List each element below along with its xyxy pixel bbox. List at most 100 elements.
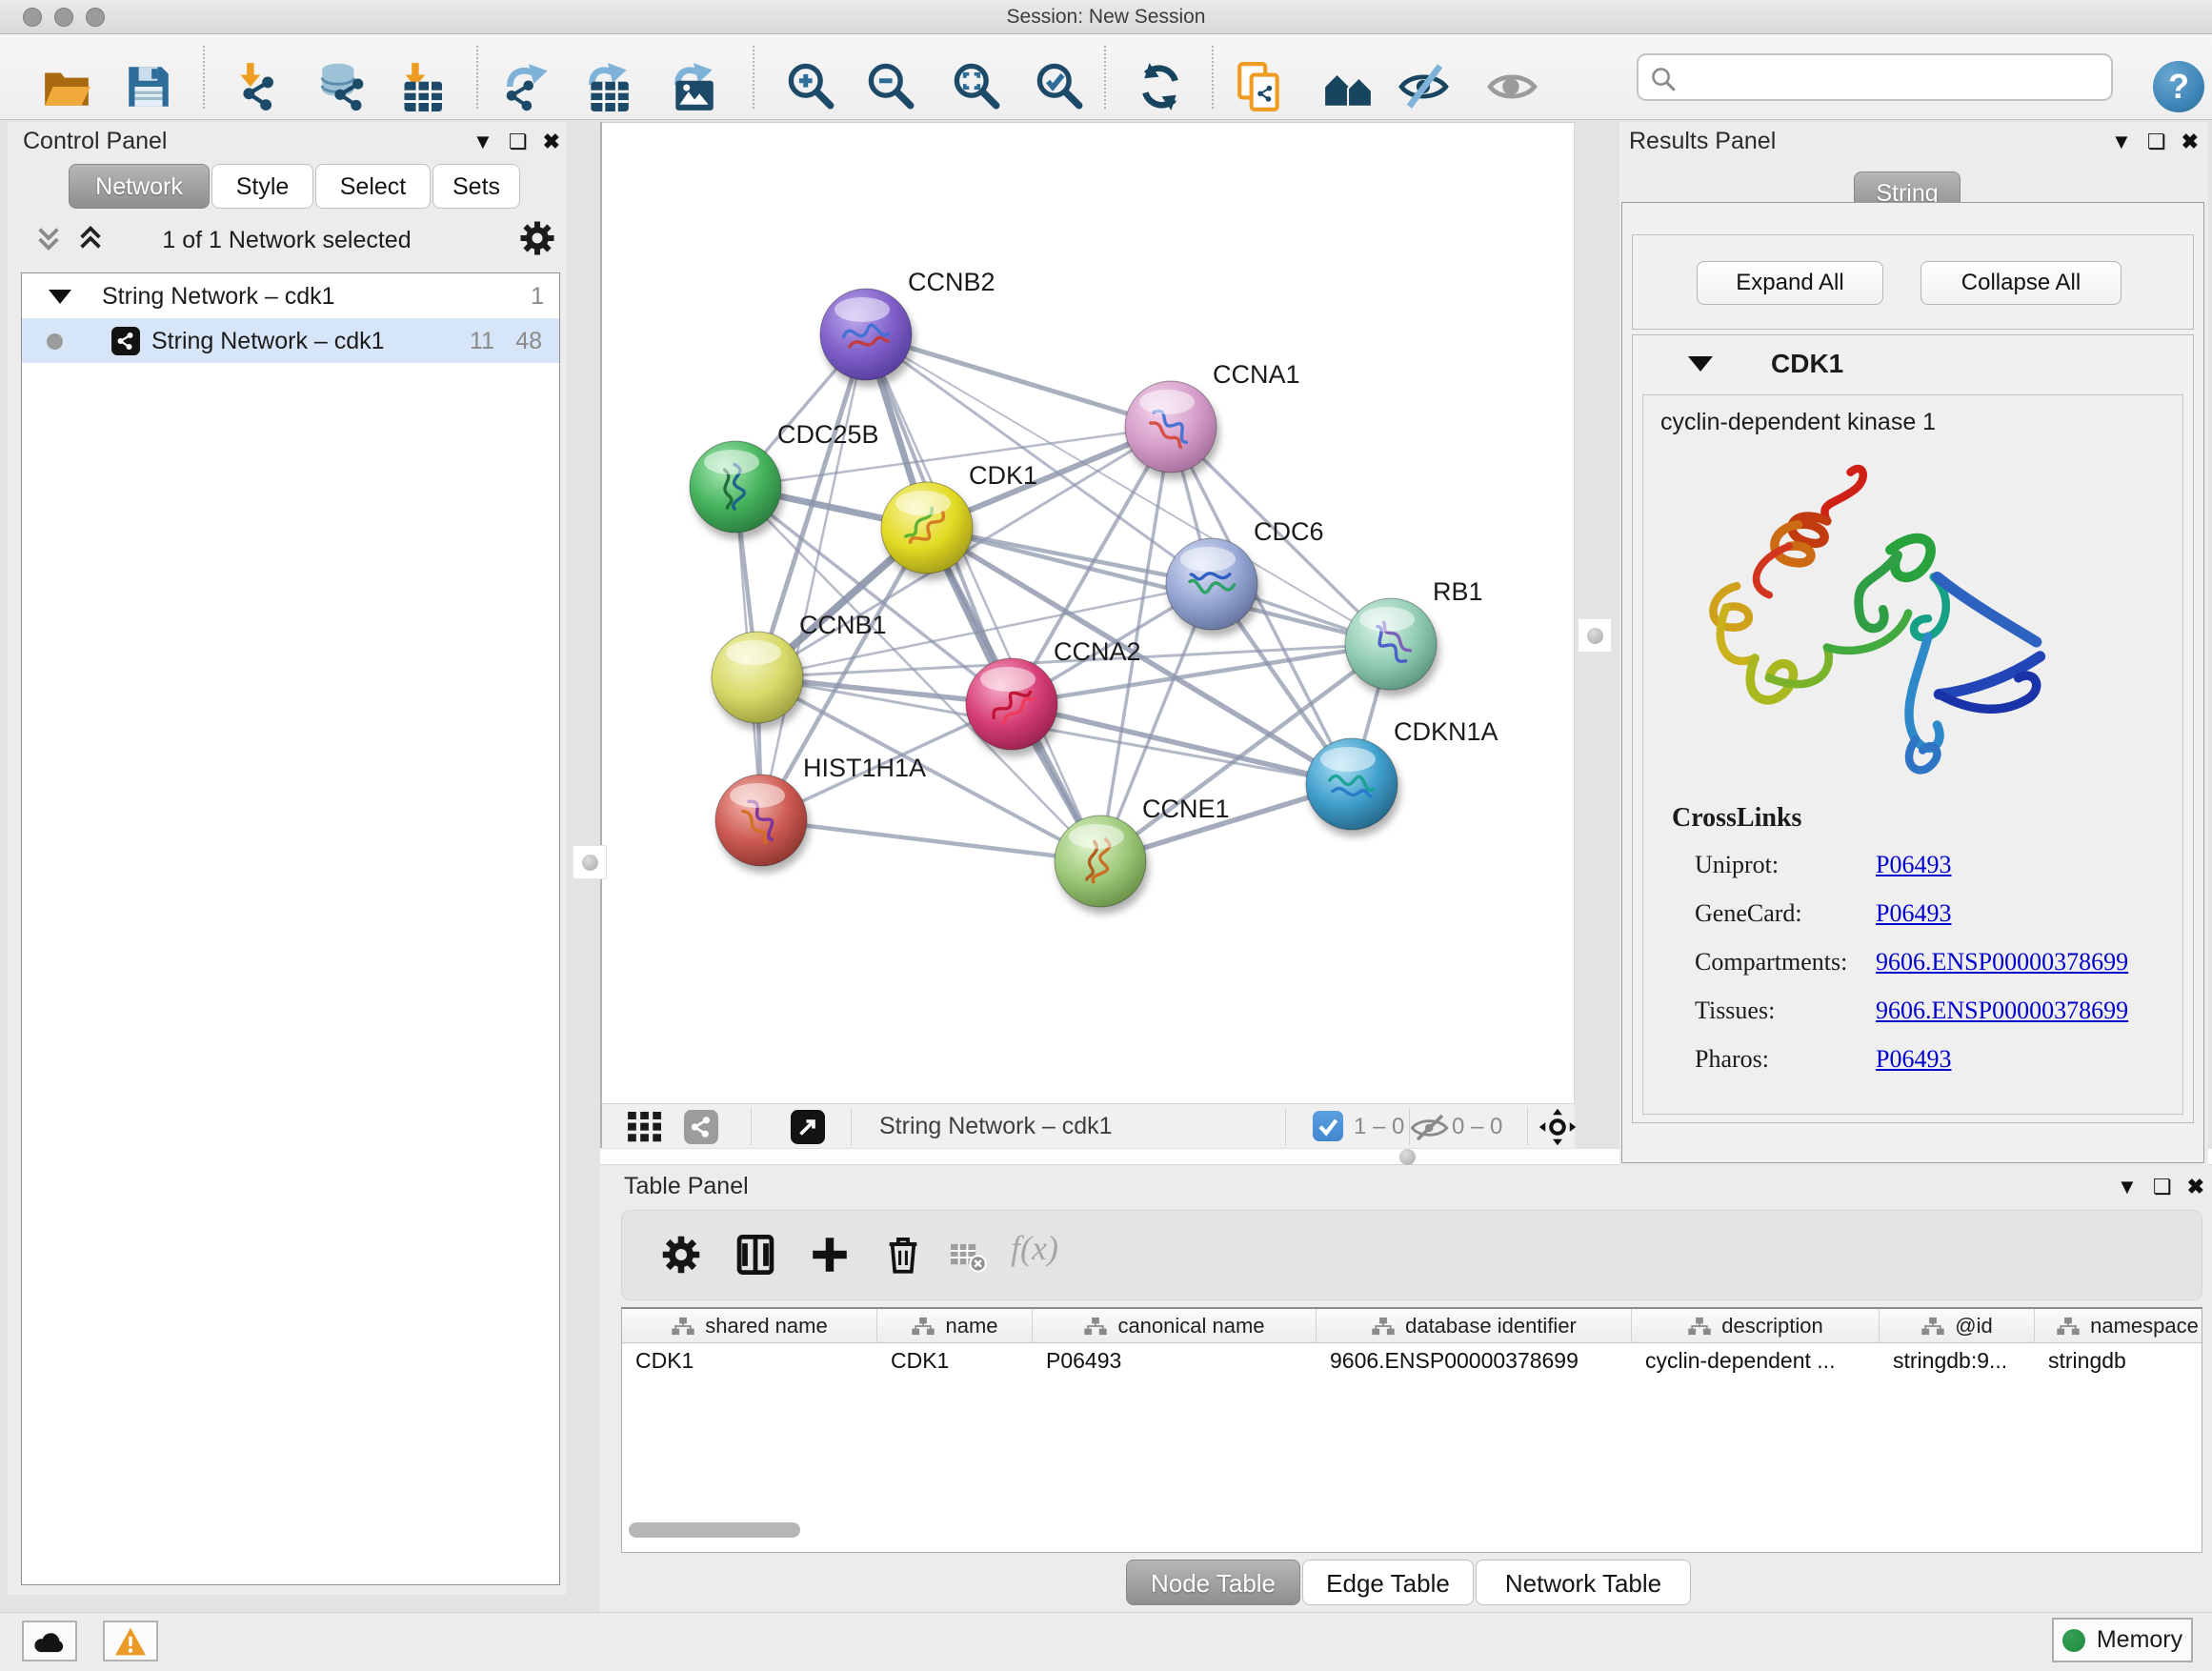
network-row-selected[interactable]: String Network – cdk1 11 48 [22, 318, 559, 363]
protein-card-header[interactable]: CDK1 [1633, 335, 2193, 393]
crosslink-row: Compartments:9606.ENSP00000378699 [1695, 948, 2163, 997]
network-canvas[interactable]: CCNB2CCNA1CDC25BCDK1CDC6RB1CCNB1CCNA2CDK… [600, 122, 1575, 1103]
panel-close-icon[interactable]: ✖ [2187, 1177, 2204, 1198]
zoom-in-icon[interactable] [786, 61, 837, 112]
network-view-icon[interactable] [684, 1110, 718, 1144]
crosslink-link[interactable]: P06493 [1876, 851, 1951, 878]
node-label: CCNE1 [1142, 795, 1230, 823]
import-network-database-icon[interactable] [316, 61, 368, 112]
search-box[interactable] [1637, 53, 2113, 101]
crosslink-link[interactable]: P06493 [1876, 1045, 1951, 1073]
table-cell[interactable]: 9606.ENSP00000378699 [1317, 1343, 1632, 1379]
network-node-RB1[interactable]: RB1 [1345, 577, 1483, 690]
delete-column-trash-icon[interactable] [882, 1234, 924, 1276]
export-image-icon[interactable] [668, 61, 719, 112]
zoom-fit-icon[interactable] [952, 61, 1003, 112]
column-header-sharedname[interactable]: shared name [622, 1309, 877, 1342]
warnings-button[interactable] [103, 1621, 158, 1661]
cloud-button[interactable] [22, 1621, 77, 1661]
right-splitter-handle[interactable] [1578, 618, 1612, 653]
network-node-CCNB1[interactable]: CCNB1 [712, 611, 887, 723]
panel-menu-icon[interactable]: ▼ [2111, 131, 2132, 152]
network-edge[interactable] [1012, 704, 1352, 784]
network-node-CDC25B[interactable]: CDC25B [690, 420, 879, 533]
table-settings-gear-icon[interactable] [660, 1234, 702, 1276]
network-node-CCNE1[interactable]: CCNE1 [1055, 795, 1230, 907]
network-graph[interactable]: CCNB2CCNA1CDC25BCDK1CDC6RB1CCNB1CCNA2CDK… [602, 123, 1574, 1102]
network-edge[interactable] [761, 820, 1100, 861]
panel-menu-icon[interactable]: ▼ [2117, 1177, 2138, 1198]
import-table-file-icon[interactable] [392, 61, 443, 112]
tab-node-table[interactable]: Node Table [1126, 1560, 1300, 1605]
crosslink-link[interactable]: 9606.ENSP00000378699 [1876, 997, 2128, 1024]
export-table-icon[interactable] [582, 61, 633, 112]
selected-checkbox-icon[interactable] [1313, 1111, 1343, 1141]
help-button[interactable]: ? [2153, 61, 2204, 112]
expand-all-button[interactable]: Expand All [1697, 261, 1883, 305]
tab-network-table[interactable]: Network Table [1476, 1560, 1691, 1605]
table-cell[interactable]: stringdb:9... [1880, 1343, 2035, 1379]
zoom-out-icon[interactable] [866, 61, 917, 112]
table-cell[interactable]: cyclin-dependent ... [1632, 1343, 1880, 1379]
control-panel-controls: ▼ ❏ ✖ [473, 131, 560, 152]
add-column-plus-icon[interactable] [809, 1234, 851, 1276]
node-table[interactable]: shared namenamecanonical namedatabase id… [621, 1307, 2202, 1553]
disclosure-triangle-icon[interactable] [49, 290, 71, 304]
collapse-all-button[interactable]: Collapse All [1920, 261, 2122, 305]
export-network-icon[interactable] [502, 61, 553, 112]
network-edge[interactable] [866, 334, 1100, 861]
grid-view-icon[interactable] [627, 1112, 665, 1142]
tab-select[interactable]: Select [315, 164, 431, 209]
crosslink-link[interactable]: 9606.ENSP00000378699 [1876, 948, 2128, 976]
network-node-HIST1H1A[interactable]: HIST1H1A [715, 754, 926, 866]
panel-menu-icon[interactable]: ▼ [473, 131, 493, 152]
panel-float-icon[interactable]: ❏ [2153, 1177, 2172, 1198]
left-splitter-handle[interactable] [573, 845, 607, 879]
show-columns-icon[interactable] [734, 1234, 776, 1276]
import-network-file-icon[interactable] [229, 61, 280, 112]
panel-float-icon[interactable]: ❏ [2147, 131, 2166, 152]
tab-network[interactable]: Network [69, 164, 210, 209]
table-cell[interactable]: stringdb [2035, 1343, 2202, 1379]
column-header-canonicalname[interactable]: canonical name [1033, 1309, 1317, 1342]
copy-network-icon[interactable] [1235, 61, 1286, 112]
column-header-namespace[interactable]: namespace [2035, 1309, 2202, 1342]
network-node-CDK1[interactable]: CDK1 [881, 461, 1037, 574]
column-header-id[interactable]: @id [1880, 1309, 2035, 1342]
detach-view-icon[interactable] [791, 1110, 825, 1144]
hide-selected-icon[interactable] [1398, 61, 1450, 112]
protein-structure-image [1672, 451, 2081, 794]
panel-close-icon[interactable]: ✖ [543, 131, 560, 152]
crosslink-label: Tissues: [1695, 997, 1876, 1025]
table-cell[interactable]: CDK1 [622, 1343, 877, 1379]
column-type-icon [1371, 1316, 1396, 1337]
zoom-selected-icon[interactable] [1035, 61, 1086, 112]
network-node-CCNA1[interactable]: CCNA1 [1125, 360, 1300, 473]
memory-button[interactable]: Memory [2052, 1618, 2193, 1662]
column-header-description[interactable]: description [1632, 1309, 1880, 1342]
column-header-name[interactable]: name [877, 1309, 1033, 1342]
horizontal-scrollbar[interactable] [629, 1522, 800, 1538]
table-cell[interactable]: CDK1 [877, 1343, 1033, 1379]
network-collection-row[interactable]: String Network – cdk1 1 [22, 273, 559, 318]
disclosure-triangle-icon[interactable] [1688, 356, 1713, 372]
open-file-icon[interactable] [41, 61, 92, 112]
fit-content-icon[interactable] [1538, 1108, 1577, 1146]
panel-close-icon[interactable]: ✖ [2182, 131, 2199, 152]
table-row[interactable]: CDK1CDK1P064939606.ENSP00000378699cyclin… [622, 1343, 2202, 1379]
column-header-databaseidentifier[interactable]: database identifier [1317, 1309, 1632, 1342]
network-edge[interactable] [866, 334, 1171, 427]
window-title: Session: New Session [0, 6, 2212, 29]
panel-float-icon[interactable]: ❏ [509, 131, 528, 152]
crosslink-link[interactable]: P06493 [1876, 899, 1951, 927]
tab-sets[interactable]: Sets [432, 164, 520, 209]
save-session-icon[interactable] [123, 61, 174, 112]
tab-edge-table[interactable]: Edge Table [1302, 1560, 1474, 1605]
home-icon[interactable] [1322, 61, 1374, 112]
gear-icon[interactable] [518, 219, 556, 257]
tab-style[interactable]: Style [211, 164, 313, 209]
table-cell[interactable]: P06493 [1033, 1343, 1317, 1379]
network-node-CDKN1A[interactable]: CDKN1A [1306, 717, 1498, 830]
refresh-layout-icon[interactable] [1135, 61, 1186, 112]
search-input[interactable] [1688, 59, 2098, 95]
